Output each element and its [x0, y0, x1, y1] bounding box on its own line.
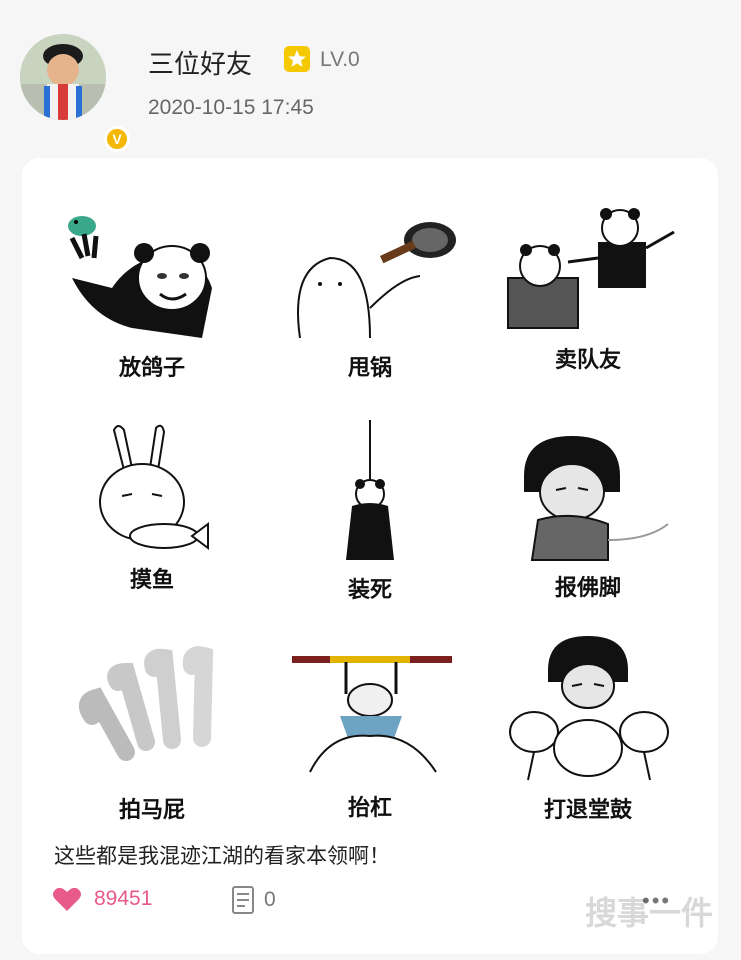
meme-label: 卖队友	[554, 347, 621, 372]
comment-button[interactable]: 0	[232, 886, 276, 914]
author-avatar-wrap[interactable]: V	[20, 34, 130, 152]
drum-kit-illustration	[509, 636, 669, 781]
like-count: 89451	[94, 887, 153, 910]
meme-grid[interactable]: 放鸽子 甩锅 卖队友 摸鱼 装死 报佛脚 拍马屁 抬杠 打退堂鼓	[22, 158, 718, 822]
sell-teammate-illustration	[507, 208, 675, 329]
post-card: 放鸽子 甩锅 卖队友 摸鱼 装死 报佛脚 拍马屁 抬杠 打退堂鼓 这些都是我混迹…	[22, 158, 718, 954]
post-timestamp: 2020-10-15 17:45	[148, 96, 314, 119]
meme-label: 摸鱼	[129, 567, 174, 592]
meme-label: 甩锅	[347, 355, 392, 380]
meme-cell-fang-gezi[interactable]: 放鸽子	[52, 198, 252, 408]
author-avatar[interactable]	[20, 34, 106, 120]
level-star-icon	[284, 46, 310, 72]
meme-label: 装死	[347, 577, 392, 602]
meme-label: 放鸽子	[118, 355, 185, 380]
clapping-hands-illustration	[78, 646, 214, 761]
meme-label: 打退堂鼓	[543, 797, 632, 822]
verified-icon: V	[104, 126, 130, 152]
post-header: V 三位好友 LV.0 2020-10-15 17:45	[0, 0, 741, 152]
meme-cell-pai-mapi[interactable]: 拍马屁	[52, 632, 252, 842]
panda-bird-illustration	[68, 216, 212, 338]
rabbit-fish-illustration	[99, 424, 209, 550]
comment-icon	[232, 886, 254, 914]
meme-cell-tai-gang[interactable]: 抬杠	[270, 632, 470, 842]
meme-cell-mai-duiyou[interactable]: 卖队友	[488, 198, 688, 408]
hanging-panda-illustration	[346, 420, 394, 560]
comment-count: 0	[264, 888, 276, 911]
user-level: LV.0	[320, 48, 360, 71]
meme-cell-shuai-guo[interactable]: 甩锅	[270, 198, 470, 408]
meme-label: 报佛脚	[554, 575, 621, 600]
meme-cell-mo-yu[interactable]: 摸鱼	[52, 420, 252, 630]
author-name[interactable]: 三位好友	[148, 44, 252, 81]
meme-cell-zhuang-si[interactable]: 装死	[270, 420, 470, 630]
meme-cell-da-tuitanggu[interactable]: 打退堂鼓	[488, 632, 688, 842]
pan-throw-illustration	[297, 222, 456, 339]
meme-label: 抬杠	[347, 795, 392, 820]
post-caption: 这些都是我混迹江湖的看家本领啊！	[54, 845, 390, 868]
heart-icon	[53, 887, 81, 911]
watermark: 搜事一件	[584, 894, 713, 932]
hug-feet-illustration	[524, 436, 669, 561]
like-button[interactable]: 89451	[52, 886, 152, 912]
lift-bar-illustration	[292, 656, 452, 773]
meme-label: 拍马屁	[118, 797, 185, 822]
meme-cell-bao-fojiao[interactable]: 报佛脚	[488, 420, 688, 630]
